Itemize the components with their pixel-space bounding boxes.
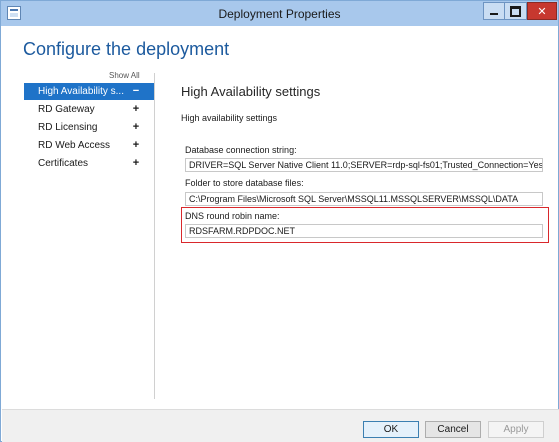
dns-round-robin-field[interactable]: RDSFARM.RDPDOC.NET — [185, 224, 543, 238]
page-title: Configure the deployment — [23, 39, 230, 59]
close-button[interactable]: ✕ — [527, 2, 557, 20]
deployment-properties-window: Deployment Properties ✕ Configure the de… — [0, 0, 559, 442]
nav-item-label: RD Web Access — [38, 140, 111, 151]
collapse-icon[interactable]: − — [130, 83, 142, 100]
ok-button[interactable]: OK — [363, 421, 419, 438]
nav-item-label: Certificates — [38, 158, 89, 169]
close-icon: ✕ — [537, 5, 547, 18]
window-title: Deployment Properties — [218, 7, 341, 21]
dialog-footer: OK Cancel Apply — [2, 409, 559, 442]
nav-divider — [154, 73, 155, 399]
nav-item-label: High Availability s... — [38, 86, 124, 97]
expand-icon[interactable]: + — [130, 119, 142, 136]
db-connection-label: Database connection string: — [185, 145, 297, 155]
dns-round-robin-label: DNS round robin name: — [185, 211, 280, 221]
expand-icon[interactable]: + — [130, 155, 142, 172]
db-connection-field[interactable]: DRIVER=SQL Server Native Client 11.0;SER… — [185, 158, 543, 172]
subsection-title: High availability settings — [181, 113, 278, 123]
apply-button[interactable]: Apply — [488, 421, 544, 438]
nav-item-rd-web-access[interactable]: RD Web Access + — [24, 137, 154, 154]
nav-item-rd-gateway[interactable]: RD Gateway + — [24, 101, 154, 118]
title-bar[interactable]: Deployment Properties ✕ — [1, 1, 558, 26]
db-folder-label: Folder to store database files: — [185, 178, 304, 188]
expand-icon[interactable]: + — [130, 137, 142, 154]
expand-icon[interactable]: + — [130, 101, 142, 118]
minimize-button[interactable] — [483, 2, 505, 20]
nav-item-high-availability[interactable]: High Availability s... − — [24, 83, 154, 100]
minimize-icon — [490, 13, 498, 15]
cancel-button[interactable]: Cancel — [425, 421, 481, 438]
show-all-link[interactable]: Show All — [109, 71, 140, 80]
db-folder-field[interactable]: C:\Program Files\Microsoft SQL Server\MS… — [185, 192, 543, 206]
nav-item-label: RD Gateway — [38, 104, 95, 115]
nav-item-label: RD Licensing — [38, 122, 98, 133]
section-title: High Availability settings — [181, 84, 321, 99]
maximize-icon — [510, 5, 521, 17]
maximize-button[interactable] — [505, 2, 527, 20]
nav-item-rd-licensing[interactable]: RD Licensing + — [24, 119, 154, 136]
nav-item-certificates[interactable]: Certificates + — [24, 155, 154, 172]
